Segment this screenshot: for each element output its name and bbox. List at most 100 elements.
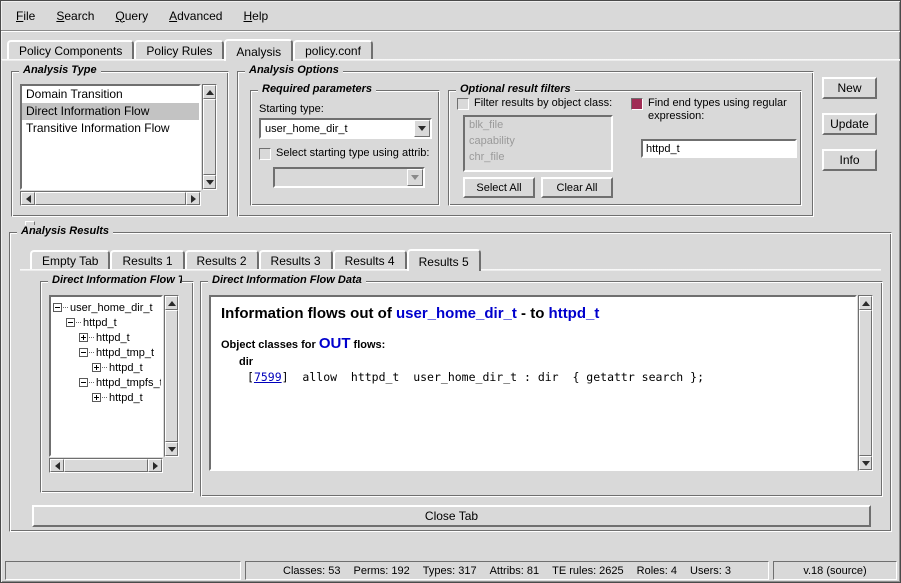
menu-advanced[interactable]: Advanced <box>166 8 225 24</box>
collapse-icon[interactable] <box>53 303 62 312</box>
collapse-icon[interactable] <box>79 378 88 387</box>
scroll-up-arrow[interactable] <box>165 296 178 310</box>
scrollbar-thumb[interactable] <box>64 459 148 472</box>
headline-source-type: user_home_dir_t <box>396 305 517 322</box>
scroll-down-arrow[interactable] <box>859 456 872 470</box>
scroll-up-arrow[interactable] <box>859 296 872 310</box>
apol-window: File Search Query Advanced Help Policy C… <box>0 0 901 583</box>
scrollbar-thumb[interactable] <box>859 310 872 456</box>
chevron-down-icon <box>418 126 426 131</box>
tree-node-label: httpd_t <box>96 332 130 344</box>
attrib-checkbox-label: Select starting type using attrib: <box>276 147 429 160</box>
scrollbar-trough[interactable] <box>859 310 872 456</box>
select-all-button[interactable]: Select All <box>463 177 535 198</box>
scrollbar-thumb[interactable] <box>35 192 186 205</box>
horizontal-scrollbar[interactable] <box>49 458 163 473</box>
scrollbar-thumb[interactable] <box>165 310 178 442</box>
tab-policy-conf[interactable]: policy.conf <box>293 40 373 59</box>
clear-all-button[interactable]: Clear All <box>541 177 613 198</box>
tab-results-2[interactable]: Results 2 <box>185 250 259 269</box>
close-tab-button[interactable]: Close Tab <box>32 505 871 527</box>
tab-policy-components[interactable]: Policy Components <box>7 40 134 59</box>
vertical-scrollbar[interactable] <box>202 84 217 190</box>
scrollbar-trough[interactable] <box>35 192 186 205</box>
tab-policy-rules[interactable]: Policy Rules <box>134 40 224 59</box>
flow-data-title: Direct Information Flow Data <box>208 274 366 286</box>
collapse-icon[interactable] <box>66 318 75 327</box>
object-class-listbox-disabled: blk_file capability chr_file <box>463 115 613 172</box>
flow-tree[interactable]: user_home_dir_t httpd_t httpd_t httpd_tm… <box>49 295 163 457</box>
list-item[interactable]: Transitive Information Flow <box>22 120 199 137</box>
scroll-up-arrow[interactable] <box>203 85 216 99</box>
list-item[interactable]: Domain Transition <box>22 86 199 103</box>
tab-results-3[interactable]: Results 3 <box>259 250 333 269</box>
analysis-results-title: Analysis Results <box>17 225 113 237</box>
tab-empty-tab[interactable]: Empty Tab <box>30 250 110 269</box>
required-parameters-title: Required parameters <box>258 83 376 95</box>
horizontal-scrollbar[interactable] <box>20 191 201 206</box>
analysis-type-listbox[interactable]: Domain Transition Direct Information Flo… <box>20 84 201 190</box>
tree-connector <box>89 382 94 383</box>
tree-node[interactable]: httpd_t <box>51 360 161 375</box>
scroll-left-arrow[interactable] <box>21 192 35 205</box>
checkbox-indicator[interactable] <box>259 148 271 160</box>
list-item-selected[interactable]: Direct Information Flow <box>22 103 199 120</box>
te-rule-line: [7599] allow httpd_t user_home_dir_t : d… <box>247 370 845 384</box>
arrow-left-icon <box>55 462 60 470</box>
filter-object-class-checkbox[interactable]: Filter results by object class: <box>457 97 627 110</box>
expand-icon[interactable] <box>92 363 101 372</box>
results-tab-bar: Empty Tab Results 1 Results 2 Results 3 … <box>30 247 481 269</box>
menu-help[interactable]: Help <box>240 8 271 24</box>
menu-search[interactable]: Search <box>53 8 97 24</box>
tree-node[interactable]: httpd_t <box>51 315 161 330</box>
menu-file[interactable]: File <box>13 8 38 24</box>
vertical-scrollbar[interactable] <box>164 295 179 457</box>
tree-node[interactable]: httpd_t <box>51 330 161 345</box>
main-tab-bar: Policy Components Policy Rules Analysis … <box>7 37 373 59</box>
list-item: chr_file <box>465 149 611 165</box>
scroll-down-arrow[interactable] <box>165 442 178 456</box>
scrollbar-trough[interactable] <box>165 310 178 442</box>
scrollbar-thumb[interactable] <box>203 99 216 175</box>
tree-node[interactable]: httpd_tmp_t <box>51 345 161 360</box>
vertical-scrollbar[interactable] <box>858 295 873 471</box>
list-item: blk_file <box>465 117 611 133</box>
regex-checkbox[interactable]: Find end types using regular expression: <box>631 97 795 123</box>
expand-icon[interactable] <box>79 333 88 342</box>
scroll-right-arrow[interactable] <box>186 192 200 205</box>
tab-results-5[interactable]: Results 5 <box>407 249 481 271</box>
info-button[interactable]: Info <box>822 149 877 171</box>
scroll-left-arrow[interactable] <box>50 459 64 472</box>
scrollbar-trough[interactable] <box>203 99 216 175</box>
checkbox-indicator-checked[interactable] <box>631 98 643 110</box>
scrollbar-trough[interactable] <box>64 459 148 472</box>
flow-headline: Information flows out of user_home_dir_t… <box>221 305 845 322</box>
tree-node[interactable]: user_home_dir_t <box>51 300 161 315</box>
collapse-icon[interactable] <box>79 348 88 357</box>
regex-input[interactable] <box>641 139 797 158</box>
update-button[interactable]: Update <box>822 113 877 135</box>
object-class-name: dir <box>239 356 845 368</box>
stat-roles: Roles: 4 <box>637 565 677 577</box>
stat-te-rules: TE rules: 2625 <box>552 565 624 577</box>
tab-results-1[interactable]: Results 1 <box>110 250 184 269</box>
tab-analysis[interactable]: Analysis <box>224 39 293 61</box>
attrib-checkbox[interactable]: Select starting type using attrib: <box>259 147 435 160</box>
scroll-down-arrow[interactable] <box>203 175 216 189</box>
tree-node[interactable]: httpd_t <box>51 390 161 405</box>
starting-type-combobox[interactable]: user_home_dir_t <box>259 118 432 139</box>
new-button[interactable]: New <box>822 77 877 99</box>
arrow-right-icon <box>153 462 158 470</box>
regex-checkbox-label: Find end types using regular expression: <box>648 97 795 123</box>
combobox-arrow[interactable] <box>414 120 430 137</box>
tree-node[interactable]: httpd_tmpfs_t <box>51 375 161 390</box>
flow-data-textarea[interactable]: Information flows out of user_home_dir_t… <box>209 295 857 471</box>
scroll-right-arrow[interactable] <box>148 459 162 472</box>
optional-result-filters-title: Optional result filters <box>456 83 575 95</box>
starting-type-value: user_home_dir_t <box>261 123 414 135</box>
tab-results-4[interactable]: Results 4 <box>333 250 407 269</box>
rule-number-link[interactable]: 7599 <box>254 370 282 384</box>
expand-icon[interactable] <box>92 393 101 402</box>
menu-query[interactable]: Query <box>112 8 151 24</box>
checkbox-indicator[interactable] <box>457 98 469 110</box>
